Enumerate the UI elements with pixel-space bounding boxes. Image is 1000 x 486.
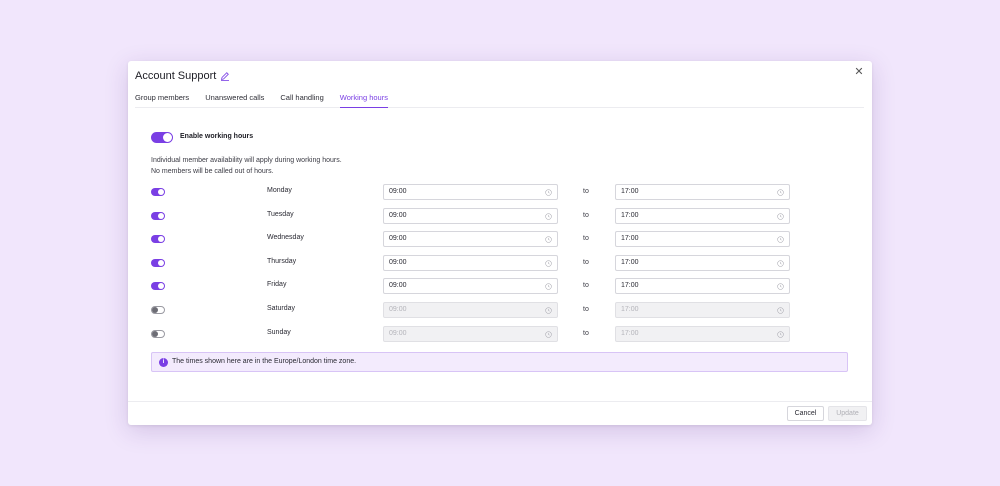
day-name: Tuesday [267,210,294,218]
clock-icon [545,283,552,291]
day-row-wednesday: Wednesday 09:00 to 17:00 [128,231,872,248]
tab-unanswered-calls[interactable]: Unanswered calls [205,91,264,108]
end-time-field[interactable]: 17:00 [615,302,790,318]
day-toggle[interactable] [151,306,165,314]
day-name: Monday [267,187,292,194]
clock-icon [777,283,784,291]
info-icon: i [159,358,168,367]
clock-icon [777,189,784,196]
clock-icon [545,189,552,196]
enable-working-hours-toggle[interactable] [151,132,173,143]
start-time-value: 09:00 [389,188,407,195]
day-row-thursday: Thursday 09:00 to 17:00 [128,254,872,271]
end-time-value: 17:00 [621,235,639,243]
day-toggle[interactable] [151,188,165,196]
working-hours-modal: ✕ Account Support Group members Unanswer… [128,61,872,425]
start-time-value: 09:00 [389,282,407,290]
footer-divider [128,401,872,402]
end-time-field[interactable]: 17:00 [615,254,790,271]
toggle-knob [158,189,164,195]
clock-icon [545,307,552,314]
tab-call-handling[interactable]: Call handling [280,91,323,108]
start-time-field[interactable]: 09:00 [383,184,558,200]
day-name: Thursday [267,257,297,265]
start-time-value: 09:00 [389,329,407,337]
day-toggle[interactable] [151,282,165,291]
clock-icon [545,236,552,243]
tab-bar: Group members Unanswered calls Call hand… [135,91,864,108]
clock-icon [545,260,552,267]
to-label: to [583,306,589,313]
day-name: Wednesday [267,234,304,242]
day-row-tuesday: Tuesday 09:00 to 17:00 [128,207,872,224]
day-row-sunday: Sunday 09:00 to 17:00 [128,325,872,342]
start-time-field[interactable]: 09:00 [383,231,558,248]
end-time-value: 17:00 [621,188,639,195]
clock-icon [545,212,552,220]
availability-note-line-2: No members will be called out of hours. [151,168,274,175]
clock-icon [777,330,784,338]
day-name: Friday [267,281,287,289]
toggle-knob [152,330,158,337]
start-time-field[interactable]: 09:00 [383,302,558,318]
modal-header: Account Support [135,69,230,83]
to-label: to [583,235,589,243]
day-row-friday: Friday 09:00 to 17:00 [128,278,872,295]
timezone-note: The times shown here are in the Europe/L… [172,358,357,365]
enable-working-hours-label: Enable working hours [180,133,254,140]
to-label: to [583,258,589,266]
clock-icon [777,236,784,243]
cancel-button[interactable]: Cancel [787,406,824,421]
start-time-value: 09:00 [389,235,407,243]
toggle-knob [152,307,158,313]
day-toggle[interactable] [151,258,165,267]
day-name: Sunday [267,328,291,336]
end-time-field[interactable]: 17:00 [615,207,790,224]
tab-group-members[interactable]: Group members [135,91,189,108]
start-time-field[interactable]: 09:00 [383,207,558,224]
start-time-value: 09:00 [389,306,407,313]
to-label: to [583,282,589,290]
day-toggle[interactable] [151,329,165,338]
start-time-value: 09:00 [389,211,407,219]
end-time-field[interactable]: 17:00 [615,184,790,200]
clock-icon [777,212,784,220]
availability-note-line-1: Individual member availability will appl… [151,157,342,164]
end-time-value: 17:00 [621,211,639,219]
start-time-field[interactable]: 09:00 [383,254,558,271]
timezone-banner: i The times shown here are in the Europe… [151,352,848,372]
end-time-field[interactable]: 17:00 [615,278,790,295]
toggle-knob [158,212,164,219]
start-time-field[interactable]: 09:00 [383,278,558,295]
start-time-field[interactable]: 09:00 [383,325,558,342]
end-time-field[interactable]: 17:00 [615,231,790,248]
toggle-knob [158,236,164,243]
clock-icon [545,330,552,338]
end-time-field[interactable]: 17:00 [615,325,790,342]
day-row-saturday: Saturday 09:00 to 17:00 [128,302,872,318]
clock-icon [777,307,784,314]
day-toggle[interactable] [151,235,165,244]
close-icon[interactable]: ✕ [852,65,866,79]
to-label: to [583,188,589,195]
modal-title: Account Support [135,70,217,82]
start-time-value: 09:00 [389,258,407,266]
end-time-value: 17:00 [621,258,639,266]
day-toggle[interactable] [151,211,165,220]
to-label: to [583,211,589,219]
toggle-knob [158,283,164,290]
to-label: to [583,329,589,337]
end-time-value: 17:00 [621,282,639,290]
toggle-knob [158,259,164,266]
availability-note: Individual member availability will appl… [151,155,342,177]
update-button[interactable]: Update [828,406,867,421]
end-time-value: 17:00 [621,329,639,337]
clock-icon [777,260,784,267]
day-name: Saturday [267,305,296,312]
tab-working-hours[interactable]: Working hours [339,91,388,108]
pencil-icon[interactable] [220,71,230,81]
day-row-monday: Monday 09:00 to 17:00 [128,184,872,200]
toggle-knob [163,133,172,142]
end-time-value: 17:00 [621,306,639,313]
